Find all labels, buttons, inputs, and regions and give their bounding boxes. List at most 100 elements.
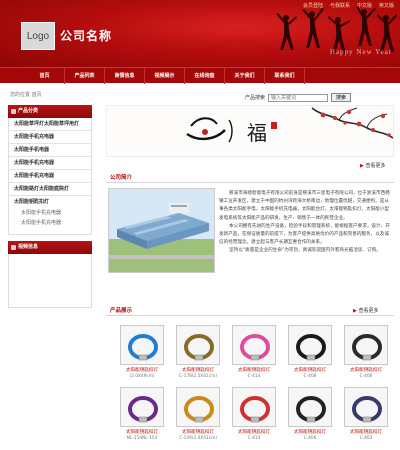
category-item[interactable]: 太阳能手机充电器 bbox=[9, 157, 91, 170]
product-image[interactable] bbox=[120, 387, 164, 427]
product-item[interactable]: 太阳能钥匙扣灯 C-402 bbox=[338, 387, 394, 441]
banner: 福 bbox=[106, 105, 394, 157]
product-name[interactable]: 太阳能钥匙扣灯 bbox=[294, 367, 326, 373]
dog-collar-icon bbox=[240, 334, 270, 361]
product-code: C-406 bbox=[303, 436, 317, 441]
product-name[interactable]: 太阳能钥匙扣灯 bbox=[294, 429, 326, 435]
nav-video[interactable]: 视频展示 bbox=[145, 68, 185, 84]
dog-collar-icon bbox=[296, 396, 326, 423]
product-name[interactable]: 太阳能钥匙扣灯 bbox=[238, 429, 270, 435]
product-image[interactable] bbox=[176, 325, 220, 365]
dog-collar-icon bbox=[240, 396, 270, 423]
product-code: C-178(2.5X41cm) bbox=[179, 374, 217, 379]
factory-aerial-icon bbox=[109, 189, 214, 272]
intro-text: 慈溪市海绩智能电子有限公司前身是慈溪市三星电子有限公司，位于浙溪市西杨镇工业开发… bbox=[219, 190, 391, 256]
logo-text: Logo bbox=[26, 30, 50, 42]
subcategory-item[interactable]: 太阳能手机充电器 bbox=[9, 208, 91, 218]
product-item[interactable]: 太阳能钥匙扣灯 NL-154NL-154 bbox=[114, 387, 170, 441]
product-name[interactable]: 太阳能钥匙扣灯 bbox=[182, 429, 214, 435]
intro-paragraph: 慈溪市海绩智能电子有限公司前身是慈溪市三星电子有限公司，位于浙溪市西杨镇工业开发… bbox=[219, 191, 390, 221]
product-item[interactable]: 太阳能钥匙扣灯 (2.0X49cm) bbox=[114, 325, 170, 379]
nav-contact-us[interactable]: 联系我们 bbox=[265, 68, 305, 84]
product-image[interactable] bbox=[120, 325, 164, 365]
product-code: NL-154NL-154 bbox=[126, 436, 158, 441]
category-item[interactable]: 太阳能钥匙扣灯 bbox=[9, 196, 91, 208]
product-name[interactable]: 太阳能钥匙扣灯 bbox=[350, 367, 382, 373]
product-item[interactable]: 太阳能钥匙扣灯 C-414 bbox=[226, 387, 282, 441]
nav-online-inquiry[interactable]: 在线询盘 bbox=[185, 68, 225, 84]
intro-title: 公司简介 bbox=[110, 175, 133, 181]
video-info-header: 视频信息 bbox=[8, 241, 92, 254]
video-panel bbox=[8, 254, 92, 308]
nav-about-us[interactable]: 关于我们 bbox=[225, 68, 265, 84]
product-name[interactable]: 太阳能钥匙扣灯 bbox=[182, 367, 214, 373]
product-item[interactable]: 太阳能钥匙扣灯 C-149(2.0X41cm) bbox=[170, 387, 226, 441]
product-image[interactable] bbox=[232, 387, 276, 427]
dog-collar-icon bbox=[352, 334, 382, 361]
product-image[interactable] bbox=[176, 387, 220, 427]
search-label: 产品搜索 bbox=[245, 95, 266, 101]
subcategory-item[interactable]: 太阳能手机充电器 bbox=[9, 218, 91, 228]
product-code: C-149(2.0X41cm) bbox=[179, 436, 217, 441]
intro-section-header: 公司简介 bbox=[106, 172, 394, 183]
nav-business-info[interactable]: 商情信息 bbox=[105, 68, 145, 84]
product-image[interactable] bbox=[232, 325, 276, 365]
dog-collar-icon bbox=[352, 396, 382, 423]
product-item[interactable]: 太阳能钥匙扣灯 C-406 bbox=[282, 387, 338, 441]
product-code: C-408 bbox=[303, 374, 317, 379]
search-button[interactable]: 搜索 bbox=[331, 93, 352, 102]
arrow-right-icon: ▶ bbox=[353, 308, 357, 314]
product-image[interactable] bbox=[344, 325, 388, 365]
product-code: C-414 bbox=[247, 374, 261, 379]
nav-product-list[interactable]: 产品列表 bbox=[65, 68, 105, 84]
product-item[interactable]: 太阳能钥匙扣灯 C-408 bbox=[282, 325, 338, 379]
products-section-header: 产品展示 bbox=[106, 305, 394, 316]
product-code: C-400 bbox=[359, 374, 373, 379]
product-code: C-402 bbox=[359, 436, 373, 441]
happy-new-year-text: Happy New Year bbox=[330, 48, 393, 56]
product-image[interactable] bbox=[288, 325, 332, 365]
product-image[interactable] bbox=[288, 387, 332, 427]
product-category-header: 产品分类 bbox=[8, 105, 92, 118]
dog-collar-icon bbox=[128, 334, 158, 361]
category-list: 太阳能草坪灯太阳能草坪用灯 太阳能手机充电器 太阳能手机电器 太阳能手机充电器 … bbox=[8, 118, 92, 235]
product-item[interactable]: 太阳能钥匙扣灯 C-400 bbox=[338, 325, 394, 379]
nav-home[interactable]: 首页 bbox=[25, 68, 65, 84]
intro-paragraph: 坚持以“质量是企业的生命”为宗旨，真诚欢迎国内外客商光临洽谈、订购。 bbox=[229, 248, 381, 254]
arrow-right-icon: ▶ bbox=[360, 163, 364, 169]
more-link-banner[interactable]: ▶ 查看更多 bbox=[360, 162, 385, 169]
header: 会员登陆 与我联系 中文版 英文版 Logo 公司名称 Happy New Ye… bbox=[0, 0, 400, 67]
product-item[interactable]: 太阳能钥匙扣灯 C-414 bbox=[226, 325, 282, 379]
product-name[interactable]: 太阳能钥匙扣灯 bbox=[126, 367, 158, 373]
product-name[interactable]: 太阳能钥匙扣灯 bbox=[238, 367, 270, 373]
company-name: 公司名称 bbox=[60, 29, 113, 43]
sidebar: 产品分类 太阳能草坪灯太阳能草坪用灯 太阳能手机充电器 太阳能手机电器 太阳能手… bbox=[8, 105, 92, 308]
product-name[interactable]: 太阳能钥匙扣灯 bbox=[126, 429, 158, 435]
product-name[interactable]: 太阳能钥匙扣灯 bbox=[350, 429, 382, 435]
category-item[interactable]: 太阳能草坪灯太阳能草坪用灯 bbox=[9, 118, 91, 131]
factory-image bbox=[108, 188, 215, 273]
product-image[interactable] bbox=[344, 387, 388, 427]
plum-blossom-banner-icon: 福 bbox=[107, 106, 393, 156]
category-item[interactable]: 太阳能路灯太阳能庭院灯 bbox=[9, 183, 91, 196]
search-input[interactable] bbox=[268, 93, 329, 102]
more-link-text: 查看更多 bbox=[358, 308, 379, 314]
dog-collar-icon bbox=[184, 334, 214, 361]
dog-collar-icon bbox=[296, 334, 326, 361]
breadcrumb: 您的位置 首页 bbox=[10, 92, 42, 98]
category-item[interactable]: 太阳能手机充电器 bbox=[9, 131, 91, 144]
category-item[interactable]: 太阳能手机电器 bbox=[9, 144, 91, 157]
more-link-products[interactable]: ▶ 查看更多 bbox=[353, 307, 378, 314]
search-bar: 产品搜索 搜索 bbox=[245, 93, 352, 102]
product-item[interactable]: 太阳能钥匙扣灯 C-178(2.5X41cm) bbox=[170, 325, 226, 379]
products-title: 产品展示 bbox=[110, 308, 133, 314]
category-item[interactable]: 太阳能手机充电器 bbox=[9, 170, 91, 183]
logo[interactable]: Logo bbox=[21, 22, 55, 50]
more-link-text: 查看更多 bbox=[365, 163, 386, 169]
square-bullet-icon bbox=[11, 109, 16, 114]
banner-character: 福 bbox=[247, 121, 267, 145]
product-code: C-414 bbox=[247, 436, 261, 441]
product-grid: 太阳能钥匙扣灯 (2.0X49cm) 太阳能钥匙扣灯 C-178(2.5X41cm) 太… bbox=[114, 325, 396, 441]
dog-collar-icon bbox=[128, 396, 158, 423]
video-info-title: 视频信息 bbox=[18, 244, 39, 250]
